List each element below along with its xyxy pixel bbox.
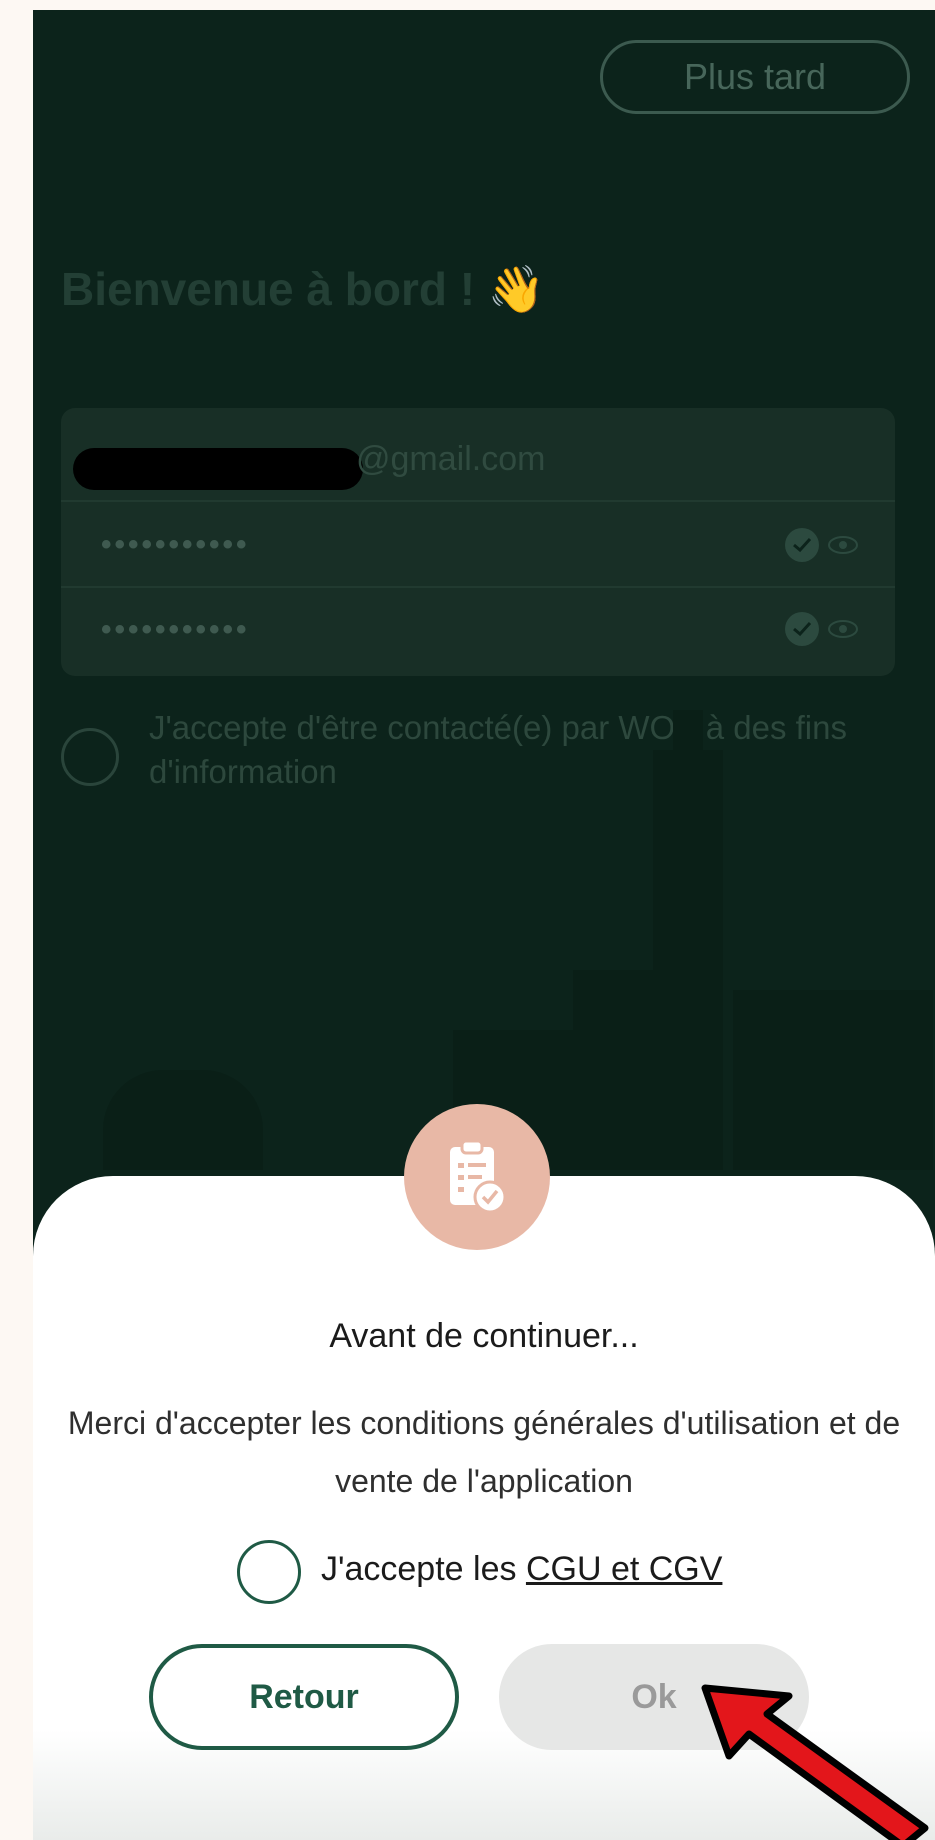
eye-icon[interactable] (827, 618, 859, 640)
password-field[interactable]: ••••••••••• (61, 504, 895, 588)
eye-icon[interactable] (827, 534, 859, 556)
valid-check-icon (785, 612, 819, 646)
consent-radio[interactable] (61, 728, 119, 786)
email-field[interactable]: @gmail.com (61, 418, 895, 502)
terms-label: J'accepte les CGU et CGV (321, 1550, 722, 1589)
signup-form: @gmail.com ••••••••••• ••••••••••• (61, 408, 895, 676)
app-screen: Plus tard Bienvenue à bord ! 👋 @gmail.co… (33, 10, 935, 1840)
modal-title: Avant de continuer... (329, 1317, 639, 1355)
terms-checkbox[interactable] (237, 1540, 301, 1604)
later-button[interactable]: Plus tard (600, 40, 910, 114)
email-value: @gmail.com (356, 440, 546, 478)
back-button[interactable]: Retour (149, 1644, 459, 1750)
modal-message: Merci d'accepter les conditions générale… (67, 1405, 901, 1499)
terms-prefix: J'accepte les (321, 1550, 517, 1588)
password-value: ••••••••••• (101, 528, 250, 561)
terms-link[interactable]: CGU et CGV (526, 1550, 722, 1588)
clipboard-check-icon (404, 1104, 550, 1250)
welcome-title: Bienvenue à bord ! 👋 (61, 262, 545, 317)
marketing-consent[interactable]: J'accepte d'être contacté(e) par WOP à d… (61, 706, 901, 796)
confirm-password-field[interactable]: ••••••••••• (61, 588, 895, 672)
welcome-title-text: Bienvenue à bord ! (61, 263, 476, 315)
confirm-password-value: ••••••••••• (101, 613, 250, 646)
valid-check-icon (785, 528, 819, 562)
wave-hand-icon: 👋 (487, 263, 546, 315)
annotation-arrow-icon (701, 1684, 929, 1840)
terms-consent[interactable]: J'accepte les CGU et CGV (33, 1536, 935, 1606)
consent-label: J'accepte d'être contacté(e) par WOP à d… (149, 709, 847, 790)
email-redaction (73, 448, 363, 490)
